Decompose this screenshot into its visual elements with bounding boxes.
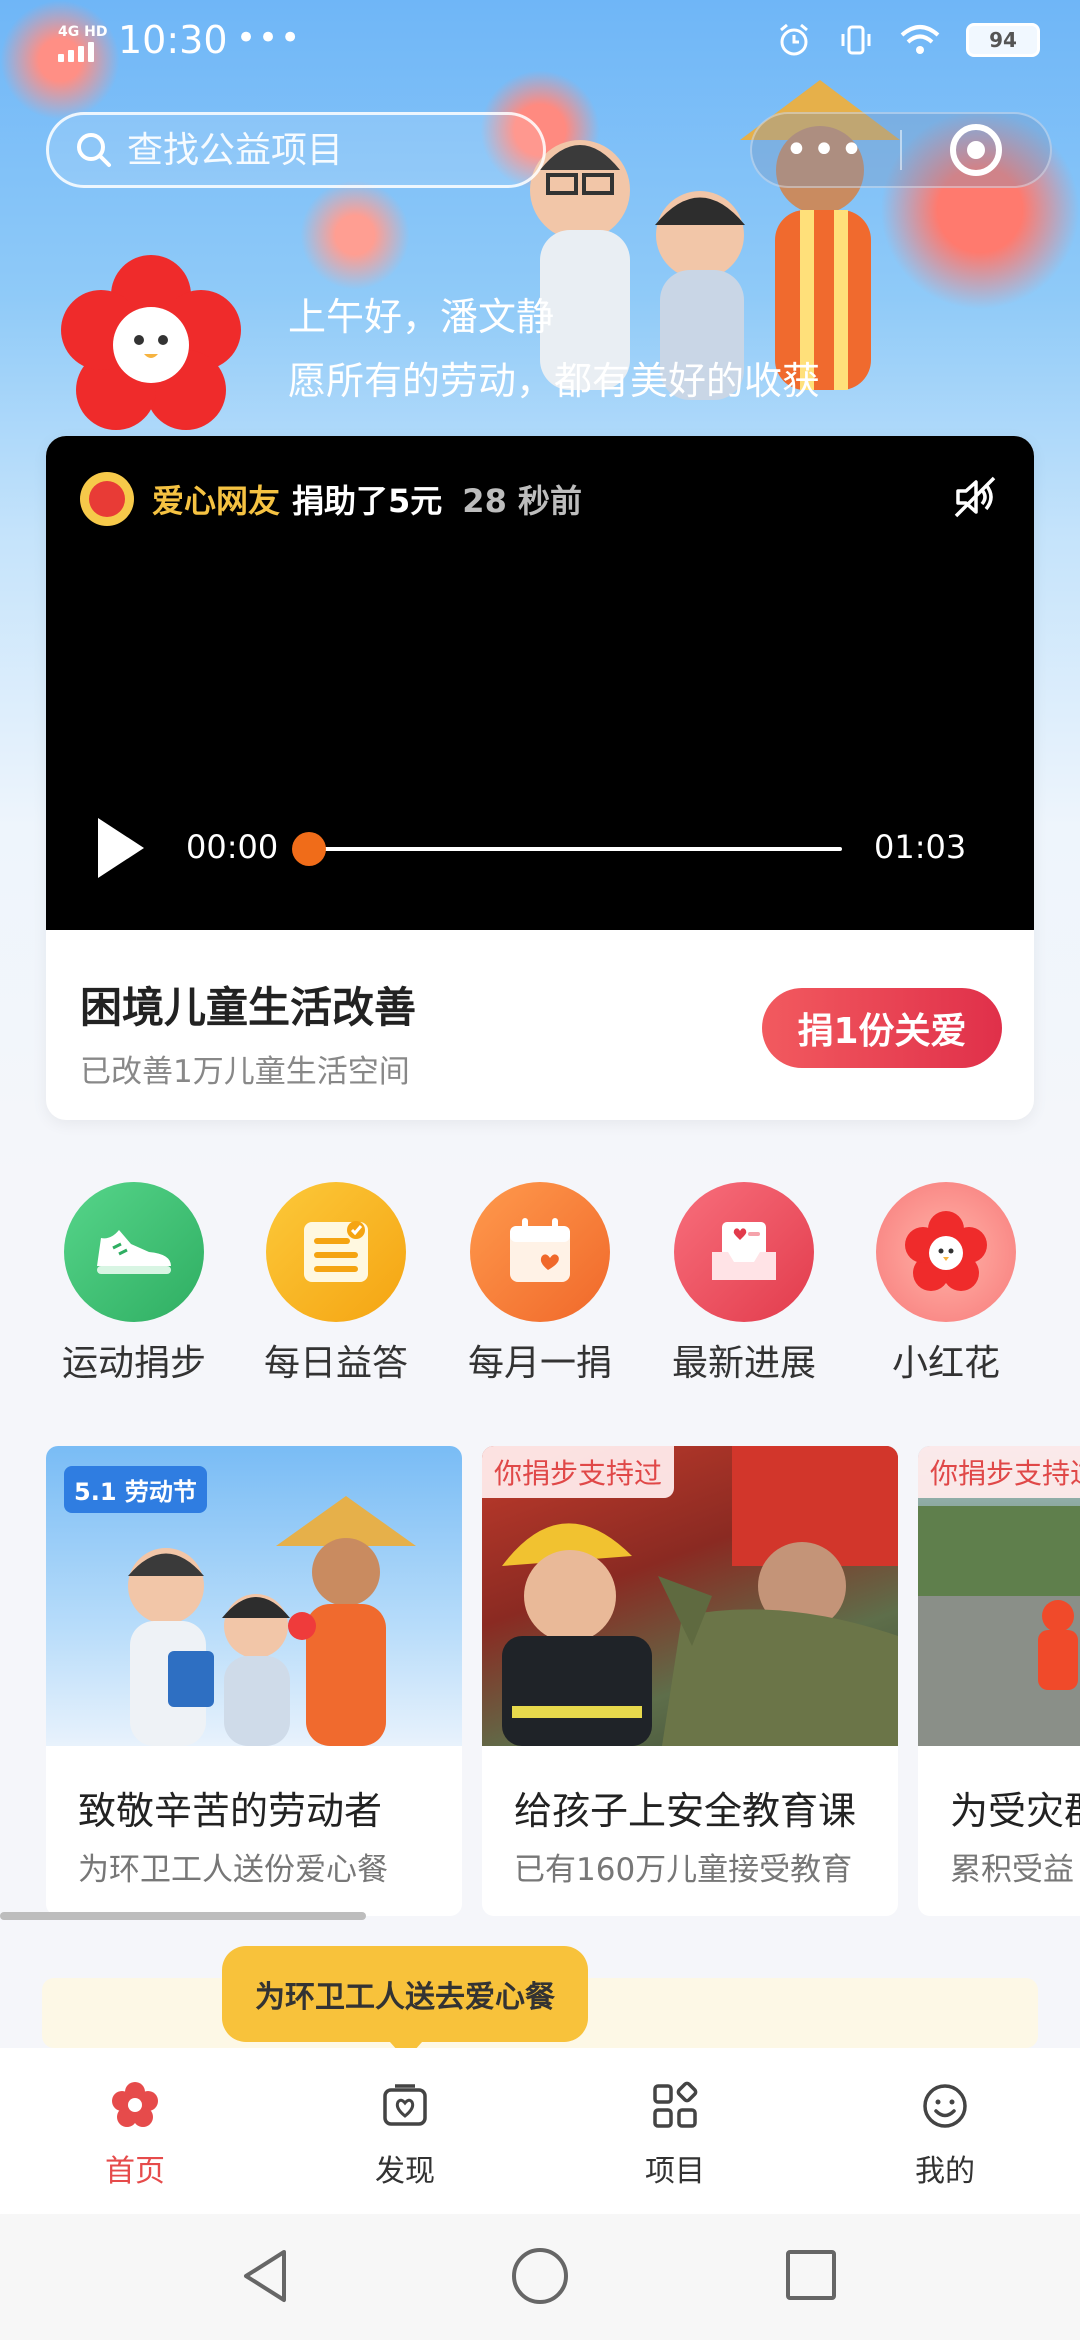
carousel-scroll-indicator (0, 1912, 366, 1920)
alarm-icon (780, 23, 808, 56)
tooltip-bubble[interactable]: 为环卫工人送去爱心餐 (222, 1946, 588, 2060)
flower-decoration (300, 180, 410, 290)
search-bar[interactable] (46, 112, 546, 188)
feature-image: 你捐步支持过 (918, 1446, 1080, 1746)
signal-icon (58, 42, 94, 62)
feature-title: 为受灾群众 (950, 1789, 1080, 1833)
greeting-subtitle: 愿所有的劳动，都有美好的收获 (288, 359, 821, 403)
entry-label: 每日益答 (263, 1343, 408, 1384)
progress-knob[interactable] (292, 832, 326, 866)
donor-time: 28 秒前 (462, 482, 582, 520)
status-overflow-dots: ••• (236, 18, 303, 58)
bottom-tab-bar: 首页 发现 项目 我的 (0, 2048, 1080, 2214)
feature-card[interactable]: 5.1 劳动节 致敬辛苦的劳动者 为环卫工人送份爱心餐 (46, 1446, 462, 1916)
wifi-icon (900, 25, 940, 54)
quiz-card-icon (266, 1182, 406, 1322)
entry-label: 每月一捐 (467, 1343, 612, 1384)
featured-project-card: 爱心网友 捐助了5元 28 秒前 00:00 01:03 困境儿童生活改善 已改… (46, 436, 1034, 1120)
status-bar: 4G HD 10:30 ••• 94 (0, 0, 1080, 84)
project-subtitle: 已改善1万儿童生活空间 (80, 1054, 410, 1090)
current-time: 00:00 (186, 828, 279, 866)
donor-name: 爱心网友 (152, 482, 281, 520)
red-flower-icon (876, 1182, 1016, 1322)
donor-action: 捐助了5元 (292, 482, 443, 520)
recent-apps-icon[interactable] (786, 2250, 836, 2300)
video-player[interactable]: 爱心网友 捐助了5元 28 秒前 00:00 01:03 (46, 436, 1034, 930)
quick-entries: 运动捐步 每日益答 每月一捐 最新进展 小红花 (0, 1182, 1080, 1384)
status-icons: 94 (776, 22, 1040, 58)
mini-program-capsule: ••• (750, 112, 1052, 188)
donate-button[interactable]: 捐1份关爱 (762, 988, 1002, 1068)
feature-title: 致敬辛苦的劳动者 (78, 1789, 383, 1833)
home-circle-icon[interactable] (512, 2248, 568, 2304)
feature-subtitle: 累积受益 (950, 1852, 1074, 1888)
feature-image: 你捐步支持过 (482, 1446, 898, 1746)
project-title: 困境儿童生活改善 (80, 983, 417, 1032)
workers-illustration (128, 1496, 416, 1746)
system-navigation-bar (0, 2214, 1080, 2340)
donor-avatar-icon (80, 472, 134, 526)
status-time: 10:30 (118, 18, 228, 62)
target-icon (950, 124, 1002, 176)
donation-ticker: 爱心网友 捐助了5元 28 秒前 (152, 476, 582, 522)
entry-label: 最新进展 (671, 1343, 816, 1384)
more-options-button[interactable]: ••• (752, 127, 900, 173)
supported-tag: 你捐步支持过 (918, 1446, 1080, 1498)
tab-discover[interactable]: 发现 (270, 2048, 540, 2214)
discover-icon (377, 2078, 433, 2134)
network-type: 4G HD (58, 24, 108, 40)
tab-home[interactable]: 首页 (0, 2048, 270, 2214)
total-time: 01:03 (874, 828, 967, 866)
entry-label: 小红花 (891, 1343, 1000, 1384)
grid-icon (647, 2078, 703, 2134)
entry-monthly-donate[interactable]: 每月一捐 (450, 1182, 630, 1386)
entry-step-donate[interactable]: 运动捐步 (44, 1182, 224, 1386)
workers-illustration (530, 80, 900, 400)
greeting-title: 上午好，潘文静 (288, 295, 555, 339)
tab-label: 发现 (375, 2154, 435, 2189)
inbox-heart-icon (674, 1182, 814, 1322)
search-icon (77, 133, 111, 167)
play-icon[interactable] (98, 818, 144, 878)
entry-latest-progress[interactable]: 最新进展 (654, 1182, 834, 1386)
sneaker-icon (64, 1182, 204, 1322)
tab-label: 我的 (915, 2154, 975, 2189)
feature-subtitle: 为环卫工人送份爱心餐 (78, 1852, 388, 1888)
entry-little-red-flower[interactable]: 小红花 (856, 1182, 1036, 1386)
tab-me[interactable]: 我的 (810, 2048, 1080, 2214)
feature-image: 5.1 劳动节 (46, 1446, 462, 1746)
mute-icon[interactable] (952, 474, 998, 520)
flower-home-icon (107, 2078, 163, 2134)
entry-label: 运动捐步 (61, 1343, 206, 1384)
feature-subtitle: 已有160万儿童接受教育 (514, 1852, 853, 1888)
vibrate-icon (841, 25, 871, 55)
calendar-heart-icon (470, 1182, 610, 1322)
battery-indicator: 94 (966, 23, 1040, 57)
feature-card[interactable]: 你捐步支持过 给孩子上安全教育课 已有160万儿童接受教育 (482, 1446, 898, 1916)
feature-title: 给孩子上安全教育课 (514, 1789, 857, 1833)
search-input[interactable] (127, 129, 507, 171)
entry-daily-quiz[interactable]: 每日益答 (246, 1182, 426, 1386)
feature-carousel[interactable]: 5.1 劳动节 致敬辛苦的劳动者 为环卫工人送份爱心餐 你捐步支持过 给孩子上安… (46, 1446, 1080, 1916)
feature-card[interactable]: 你捐步支持过 为受灾群众 累积受益 (918, 1446, 1080, 1916)
close-mini-program-button[interactable] (902, 124, 1050, 176)
progress-track[interactable] (308, 847, 842, 851)
back-icon[interactable] (240, 2248, 290, 2304)
red-flower-mascot-icon (61, 255, 241, 430)
tab-label: 项目 (645, 2154, 705, 2189)
tab-projects[interactable]: 项目 (540, 2048, 810, 2214)
tab-label: 首页 (105, 2154, 165, 2189)
supported-tag: 你捐步支持过 (482, 1446, 675, 1498)
smile-icon (917, 2078, 973, 2134)
